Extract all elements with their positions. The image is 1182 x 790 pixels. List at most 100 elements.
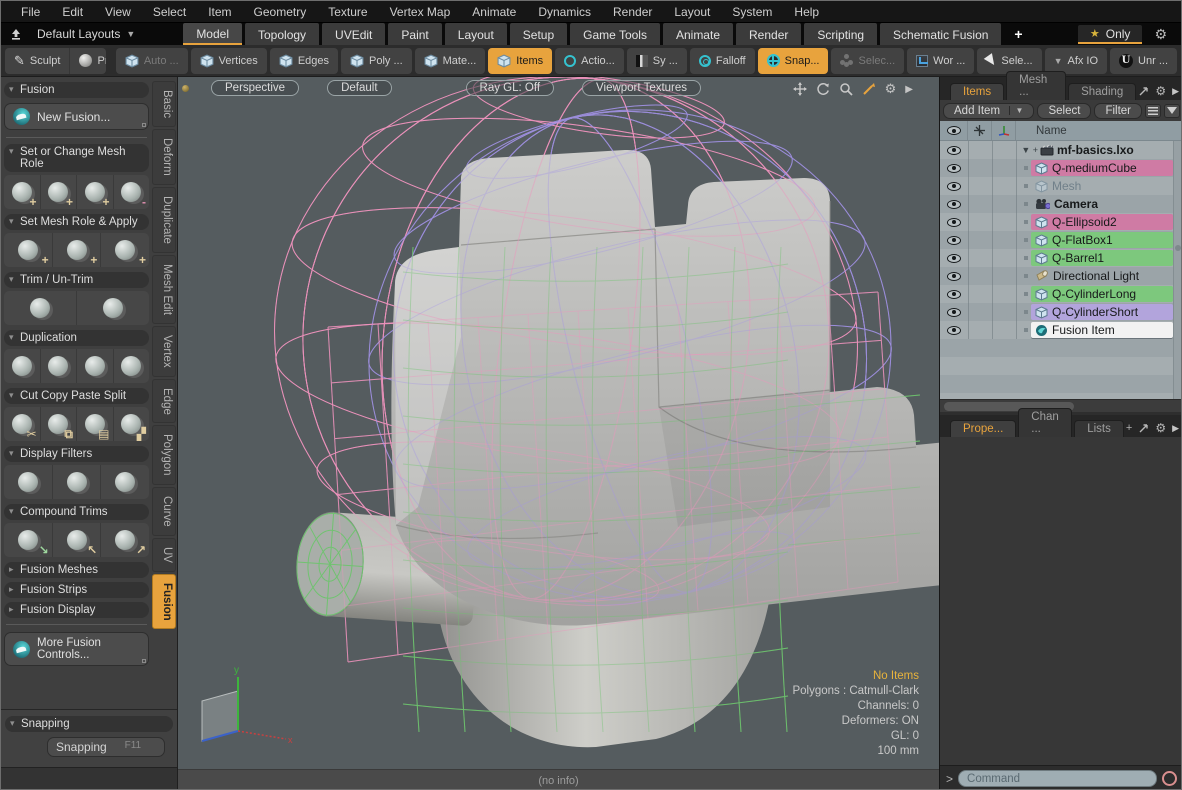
filter-textured-icon[interactable] — [101, 465, 149, 499]
popout-icon[interactable] — [1138, 86, 1149, 97]
visibility-eye-icon[interactable] — [940, 164, 968, 173]
menu-system[interactable]: System — [722, 3, 782, 21]
layout-gear-icon[interactable]: ⚙ — [1146, 26, 1175, 43]
viewport-button-viewport-textures[interactable]: Viewport Textures — [582, 80, 701, 96]
properties-tab-lists[interactable]: Lists — [1074, 420, 1124, 437]
item-row[interactable]: Q-FlatBox1 — [940, 231, 1182, 249]
tool-tab-fusion[interactable]: Fusion — [152, 574, 176, 630]
layout-tab-topology[interactable]: Topology — [245, 23, 319, 45]
tool-auto[interactable]: Auto ... — [116, 48, 188, 74]
filter-button[interactable]: Filter — [1094, 103, 1142, 119]
only-toggle[interactable]: ★ Only — [1078, 25, 1143, 44]
popout-icon[interactable] — [1138, 423, 1149, 434]
tool-vertices[interactable]: Vertices — [191, 48, 267, 74]
visibility-eye-icon[interactable] — [940, 218, 968, 227]
item-row[interactable]: Fusion Item — [940, 321, 1182, 339]
tool-tab-basic[interactable]: Basic — [152, 81, 176, 127]
zoom-icon[interactable] — [839, 82, 853, 96]
viewport-state-dot[interactable] — [182, 85, 189, 92]
item-row[interactable]: Camera — [940, 195, 1182, 213]
layout-tab-animate[interactable]: Animate — [663, 23, 733, 45]
compound-in-icon[interactable]: ↘ — [4, 523, 53, 557]
tool-tab-curve[interactable]: Curve — [152, 487, 176, 536]
panel-expand-icon[interactable]: ▶ — [1172, 423, 1179, 434]
viewport-button-default[interactable]: Default — [327, 80, 391, 96]
visibility-column-icon[interactable] — [940, 121, 968, 140]
layout-tab-model[interactable]: Model — [183, 23, 242, 45]
apply-trim-icon[interactable]: + — [4, 233, 53, 267]
menu-layout[interactable]: Layout — [664, 3, 720, 21]
menu-dynamics[interactable]: Dynamics — [528, 3, 601, 21]
visibility-eye-icon[interactable] — [940, 236, 968, 245]
viewport-canvas[interactable]: yx — [178, 77, 939, 769]
panel-tab-shading[interactable]: Shading — [1068, 83, 1136, 100]
filter-solid-icon[interactable] — [53, 465, 102, 499]
tool-sy[interactable]: Sy ... — [627, 48, 687, 74]
layout-tab-paint[interactable]: Paint — [388, 23, 441, 45]
new-fusion-button[interactable]: New Fusion... — [4, 103, 149, 130]
section-header-set-or-change-mesh-role[interactable]: Set or Change Mesh Role — [4, 144, 149, 172]
panel-tab-items[interactable]: Items — [950, 83, 1004, 100]
snapping-section-header[interactable]: Snapping — [5, 716, 173, 732]
name-column-label[interactable]: Name — [1016, 125, 1067, 137]
viewport-expand-icon[interactable]: ▶ — [905, 84, 913, 95]
item-row[interactable]: ▼ +mf-basics.lxo — [940, 141, 1182, 159]
orbit-rotate-icon[interactable] — [816, 82, 830, 96]
section-header-trim-un-trim[interactable]: Trim / Un-Trim — [4, 272, 149, 288]
layout-tab-render[interactable]: Render — [736, 23, 801, 45]
tool-edges[interactable]: Edges — [270, 48, 338, 74]
tool-tab-edge[interactable]: Edge — [152, 379, 176, 424]
compound-out-icon[interactable]: ↖ — [53, 523, 102, 557]
layout-tab-uvedit[interactable]: UVEdit — [322, 23, 385, 45]
role-intersect-icon[interactable]: + — [77, 175, 114, 209]
layout-tab-layout[interactable]: Layout — [445, 23, 507, 45]
item-row[interactable]: Directional Light — [940, 267, 1182, 285]
tool-tab-deform[interactable]: Deform — [152, 129, 176, 185]
apply-union-icon[interactable]: + — [101, 233, 149, 267]
tool-afxio[interactable]: ▼Afx IO — [1045, 48, 1107, 74]
command-input[interactable] — [958, 770, 1157, 787]
tool-unr[interactable]: UUnr ... — [1110, 48, 1177, 74]
layout-tab-add[interactable]: + — [1004, 23, 1032, 45]
menu-animate[interactable]: Animate — [462, 3, 526, 21]
item-row[interactable]: Q-Ellipsoid2 — [940, 213, 1182, 231]
tool-sele[interactable]: Sele... — [977, 48, 1041, 74]
tool-tab-mesh-edit[interactable]: Mesh Edit — [152, 255, 176, 324]
visibility-eye-icon[interactable] — [940, 326, 968, 335]
panel-gear-icon[interactable]: ⚙ — [1155, 84, 1166, 98]
menu-select[interactable]: Select — [143, 3, 196, 21]
sculpt-button[interactable]: ✎ Sculpt — [5, 48, 70, 74]
tool-tab-vertex[interactable]: Vertex — [152, 326, 176, 377]
command-chevron-icon[interactable]: > — [946, 772, 953, 786]
tool-tab-uv[interactable]: UV — [152, 538, 176, 572]
item-row[interactable]: Q-mediumCube — [940, 159, 1182, 177]
duplicate-b-icon[interactable] — [41, 349, 78, 383]
duplicate-d-icon[interactable] — [114, 349, 150, 383]
filter-funnel-icon[interactable] — [1164, 104, 1180, 118]
tool-falloff[interactable]: Falloff — [690, 48, 755, 74]
role-primary-icon[interactable]: + — [4, 175, 41, 209]
menu-texture[interactable]: Texture — [318, 3, 377, 21]
collapsed-section-fusion-display[interactable]: Fusion Display — [4, 602, 149, 618]
menu-vertex-map[interactable]: Vertex Map — [380, 3, 461, 21]
viewport-gear-icon[interactable]: ⚙ — [885, 81, 897, 97]
axis-column-icon[interactable] — [992, 121, 1016, 140]
list-options-icon[interactable] — [1145, 104, 1161, 118]
item-row[interactable]: Mesh — [940, 177, 1182, 195]
layout-tab-scripting[interactable]: Scripting — [804, 23, 877, 45]
split-icon[interactable]: ▞ — [114, 407, 150, 441]
item-list-vscrollbar[interactable] — [1173, 141, 1181, 399]
properties-tab-prope[interactable]: Prope... — [950, 420, 1016, 437]
collapsed-section-fusion-meshes[interactable]: Fusion Meshes — [4, 562, 149, 578]
visibility-eye-icon[interactable] — [940, 290, 968, 299]
menu-item[interactable]: Item — [198, 3, 241, 21]
section-header-display-filters[interactable]: Display Filters — [4, 446, 149, 462]
apply-intersect-icon[interactable]: + — [53, 233, 102, 267]
snapping-button[interactable]: Snapping F11 — [47, 737, 165, 757]
menu-file[interactable]: File — [11, 3, 50, 21]
layout-tab-setup[interactable]: Setup — [510, 23, 567, 45]
properties-tab-chan[interactable]: Chan ... — [1018, 408, 1072, 437]
fusion-section-header[interactable]: Fusion — [4, 82, 149, 98]
item-row[interactable]: Q-Barrel1 — [940, 249, 1182, 267]
layout-tab-schematic-fusion[interactable]: Schematic Fusion — [880, 23, 1001, 45]
